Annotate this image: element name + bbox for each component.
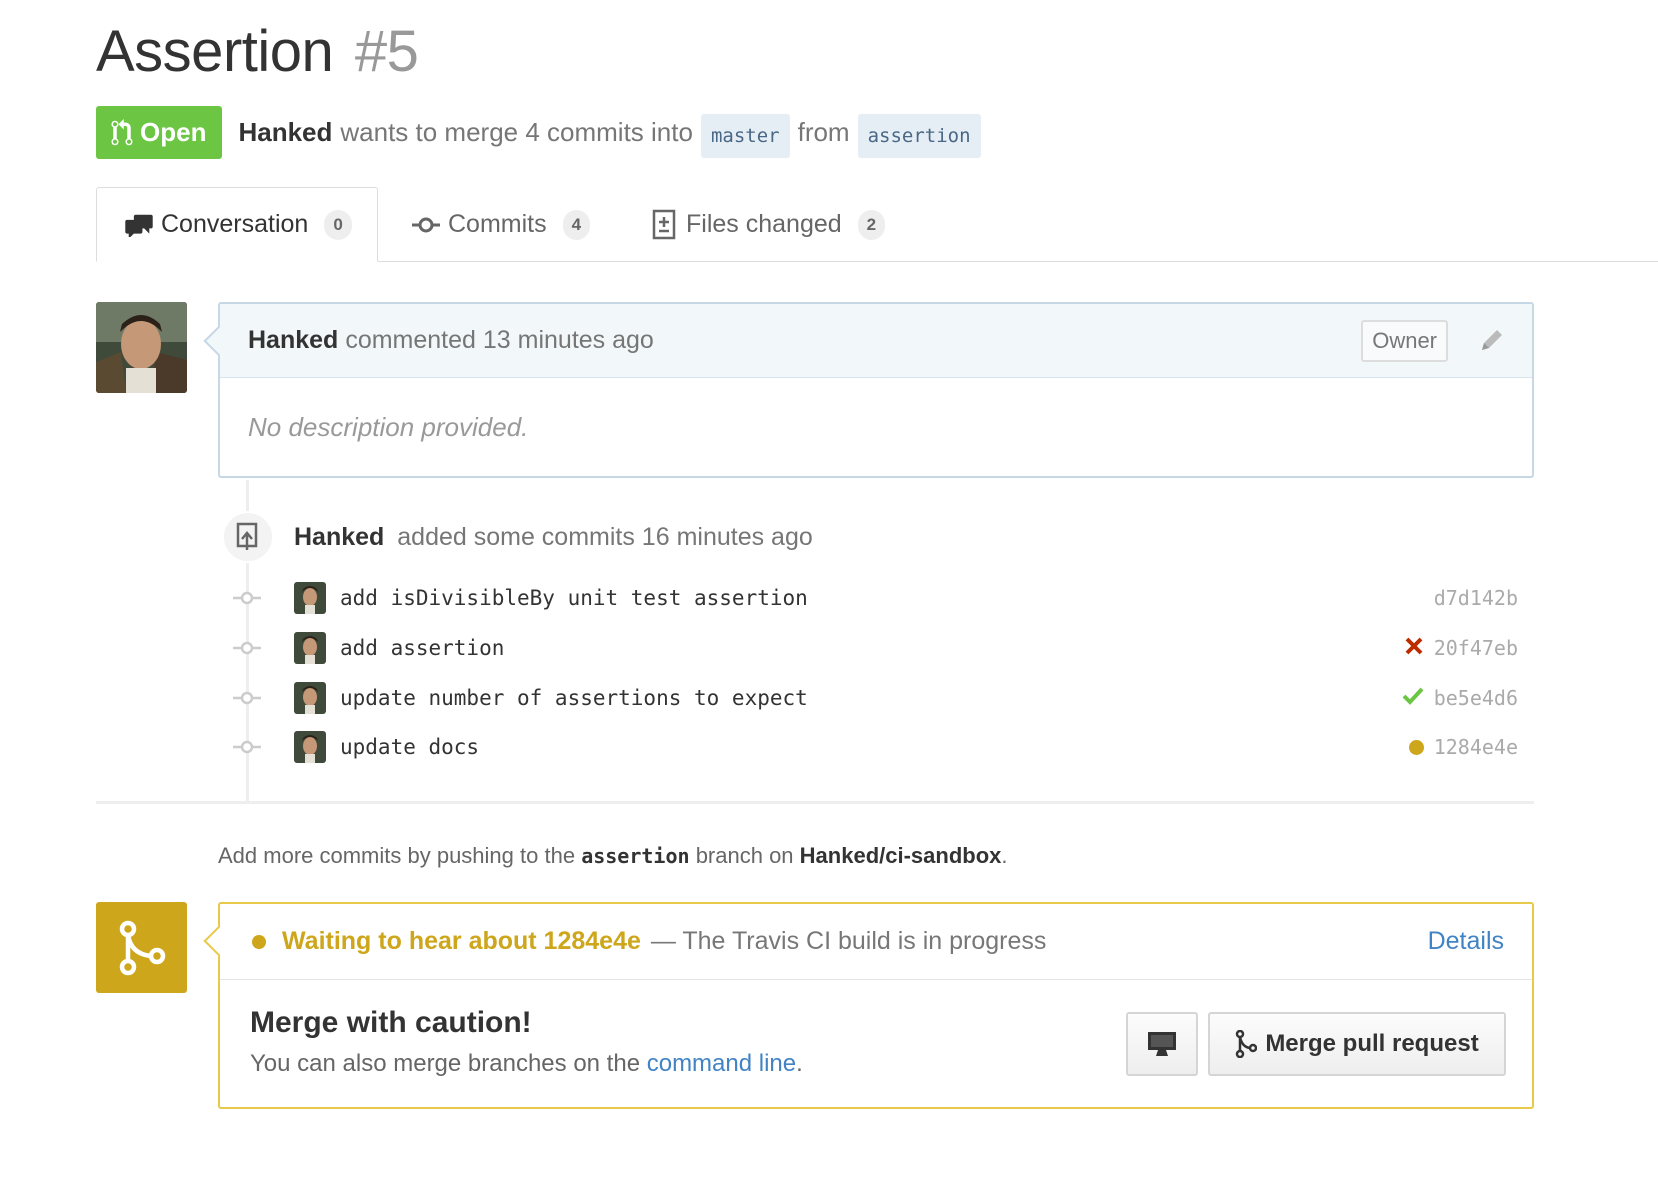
timeline-separator	[96, 801, 1534, 804]
git-commit-icon	[412, 217, 440, 232]
desktop-icon	[1148, 1032, 1176, 1056]
git-merge-icon	[1236, 1030, 1258, 1058]
tab-files-label: Files changed	[686, 210, 842, 238]
merge-button-label: Merge pull request	[1265, 1030, 1479, 1057]
merge-sub-suffix: .	[796, 1050, 803, 1077]
pr-number: #5	[354, 19, 419, 84]
state-label: Open	[140, 117, 207, 147]
commit-event-action: added some commits 16 minutes ago	[397, 522, 813, 551]
head-branch: assertion	[857, 113, 981, 158]
tab-conversation[interactable]: Conversation 0	[96, 187, 378, 262]
commit-dot-icon	[232, 590, 262, 606]
commit-message-link[interactable]: update number of assertions to expect	[340, 686, 808, 710]
merge-summary: Hanked wants to merge 4 commits into mas…	[238, 111, 988, 158]
commit-message-link[interactable]: add assertion	[340, 636, 504, 660]
state-badge: Open	[96, 106, 223, 159]
git-pull-request-icon	[111, 118, 133, 145]
commit-author-avatar[interactable]	[294, 582, 326, 614]
tab-commits-count: 4	[562, 209, 591, 240]
tab-files-changed[interactable]: Files changed 2	[652, 187, 886, 262]
build-success-check-icon[interactable]	[1402, 686, 1424, 711]
build-pending-dot-icon[interactable]	[1408, 739, 1424, 755]
tab-conversation-count: 0	[324, 209, 352, 240]
merge-pull-request-button[interactable]: Merge pull request	[1208, 1012, 1506, 1076]
merge-status-icon	[96, 902, 187, 993]
commit-row: update docs 1284e4e	[232, 727, 1522, 767]
pr-description-comment: Hanked commented 13 minutes ago Owner No…	[218, 302, 1534, 478]
merge-subtext: You can also merge branches on the comma…	[250, 1050, 803, 1078]
commit-sha-link[interactable]: be5e4d6	[1434, 686, 1518, 710]
command-line-link[interactable]: command line	[647, 1050, 796, 1077]
push-info-branch: assertion	[581, 844, 690, 868]
commit-dot-icon	[232, 690, 262, 706]
ci-status-text: — The Travis CI build is in progress	[650, 927, 1047, 955]
from-text: from	[797, 117, 850, 147]
pr-meta: Open Hanked wants to merge 4 commits int…	[96, 106, 989, 159]
comment-timestamp[interactable]: commented 13 minutes ago	[345, 326, 654, 355]
commit-message-link[interactable]: update docs	[340, 735, 479, 759]
build-failure-x-icon[interactable]	[1404, 636, 1424, 661]
file-diff-icon	[652, 209, 676, 239]
tab-commits[interactable]: Commits 4	[412, 187, 591, 262]
merge-body: Merge with caution! You can also merge b…	[220, 980, 1532, 1108]
commit-row: add isDivisibleBy unit test assertion d7…	[232, 578, 1522, 618]
commit-event-author[interactable]: Hanked	[294, 523, 384, 551]
merge-sub-prefix: You can also merge branches on the	[250, 1050, 641, 1077]
commit-sha-link[interactable]: 1284e4e	[1434, 735, 1518, 759]
tab-files-count: 2	[857, 209, 886, 240]
comment-body: No description provided.	[248, 412, 529, 442]
tab-conversation-label: Conversation	[161, 210, 309, 238]
base-branch: master	[700, 113, 790, 158]
commit-row: update number of assertions to expect be…	[232, 678, 1522, 718]
git-merge-icon	[119, 920, 165, 975]
commit-meta: 1284e4e	[1408, 735, 1518, 759]
ci-status-row: Waiting to hear about 1284e4e — The Trav…	[220, 904, 1532, 980]
comment-author-link[interactable]: Hanked	[248, 326, 338, 355]
repo-push-icon	[222, 511, 274, 563]
merge-text: wants to merge 4 commits into	[340, 117, 693, 147]
push-info-middle: branch on	[695, 843, 794, 868]
push-info: Add more commits by pushing to the asser…	[218, 843, 1008, 869]
ci-details-link[interactable]: Details	[1428, 927, 1504, 956]
comment-header: Hanked commented 13 minutes ago Owner	[220, 304, 1532, 378]
commit-meta: 20f47eb	[1404, 636, 1518, 661]
pr-author-link[interactable]: Hanked	[238, 117, 332, 148]
pencil-icon[interactable]	[1478, 326, 1506, 361]
push-info-repo: Hanked/ci-sandbox	[799, 843, 1002, 868]
merge-box: Waiting to hear about 1284e4e — The Trav…	[218, 902, 1534, 1109]
pending-dot-icon	[252, 934, 266, 949]
commit-message-link[interactable]: add isDivisibleBy unit test assertion	[340, 586, 808, 610]
push-info-prefix: Add more commits by pushing to the	[218, 843, 576, 868]
commit-meta: d7d142b	[1424, 586, 1518, 610]
tab-commits-label: Commits	[448, 210, 547, 238]
commit-dot-icon	[232, 640, 262, 656]
command-line-button[interactable]	[1126, 1012, 1198, 1076]
commit-event: Hanked added some commits 16 minutes ago	[222, 511, 813, 563]
commit-event-text: Hanked added some commits 16 minutes ago	[294, 523, 813, 552]
pr-title-text: Assertion	[96, 19, 334, 84]
comment-author-avatar[interactable]	[96, 302, 187, 393]
ci-waiting-text: Waiting to hear about 1284e4e	[282, 927, 641, 955]
commit-dot-icon	[232, 739, 262, 755]
owner-badge: Owner	[1361, 320, 1448, 362]
pr-title: Assertion #5	[96, 18, 419, 85]
comment-discussion-icon	[125, 214, 153, 237]
commit-meta: be5e4d6	[1402, 686, 1518, 711]
pr-tabs: Conversation 0 Commits 4 Files changed 2	[96, 187, 1658, 262]
commit-author-avatar[interactable]	[294, 731, 326, 763]
commit-sha-link[interactable]: 20f47eb	[1434, 636, 1518, 660]
commit-sha-link[interactable]: d7d142b	[1434, 586, 1518, 610]
merge-heading: Merge with caution!	[250, 1006, 532, 1039]
commit-author-avatar[interactable]	[294, 682, 326, 714]
commit-author-avatar[interactable]	[294, 632, 326, 664]
commit-row: add assertion 20f47eb	[232, 628, 1522, 668]
push-info-suffix: .	[1001, 843, 1008, 868]
